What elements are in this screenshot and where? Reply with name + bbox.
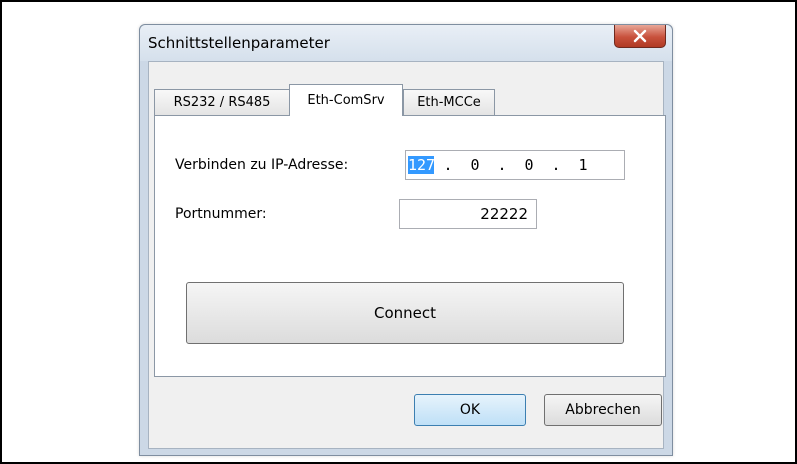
- ip-octet-3[interactable]: 0: [516, 156, 542, 174]
- ip-separator: .: [497, 156, 507, 174]
- close-icon: [633, 29, 647, 43]
- tab-rs232-rs485[interactable]: RS232 / RS485: [154, 89, 290, 115]
- connect-button[interactable]: Connect: [186, 282, 624, 344]
- ip-address-label: Verbinden zu IP-Adresse:: [175, 157, 349, 173]
- ok-button[interactable]: OK: [414, 394, 526, 426]
- port-number-input[interactable]: 22222: [399, 199, 537, 229]
- ip-address-input[interactable]: 127 . 0 . 0 . 1: [405, 150, 625, 180]
- ip-separator: .: [551, 156, 561, 174]
- cancel-button[interactable]: Abbrechen: [544, 394, 662, 426]
- dialog-window: Schnittstellenparameter RS232 / RS485 Et…: [139, 24, 673, 456]
- ip-octet-4[interactable]: 1: [570, 156, 596, 174]
- close-button[interactable]: [614, 25, 666, 48]
- tab-eth-comsrv[interactable]: Eth-ComSrv: [289, 84, 403, 116]
- ip-octet-2[interactable]: 0: [462, 156, 488, 174]
- ip-octet-1[interactable]: 127: [408, 156, 435, 174]
- port-number-value: 22222: [480, 205, 528, 223]
- title-bar: Schnittstellenparameter: [140, 25, 672, 61]
- screenshot-frame: Schnittstellenparameter RS232 / RS485 Et…: [0, 0, 797, 464]
- window-title: Schnittstellenparameter: [148, 34, 330, 52]
- tab-panel-eth-comsrv: Verbinden zu IP-Adresse: 127 . 0 . 0 . 1…: [154, 115, 666, 377]
- dialog-client-area: RS232 / RS485 Eth-ComSrv Eth-MCCe Verbin…: [148, 61, 666, 449]
- ip-separator: .: [443, 156, 453, 174]
- tab-eth-mcce[interactable]: Eth-MCCe: [403, 89, 495, 115]
- port-number-label: Portnummer:: [175, 206, 267, 222]
